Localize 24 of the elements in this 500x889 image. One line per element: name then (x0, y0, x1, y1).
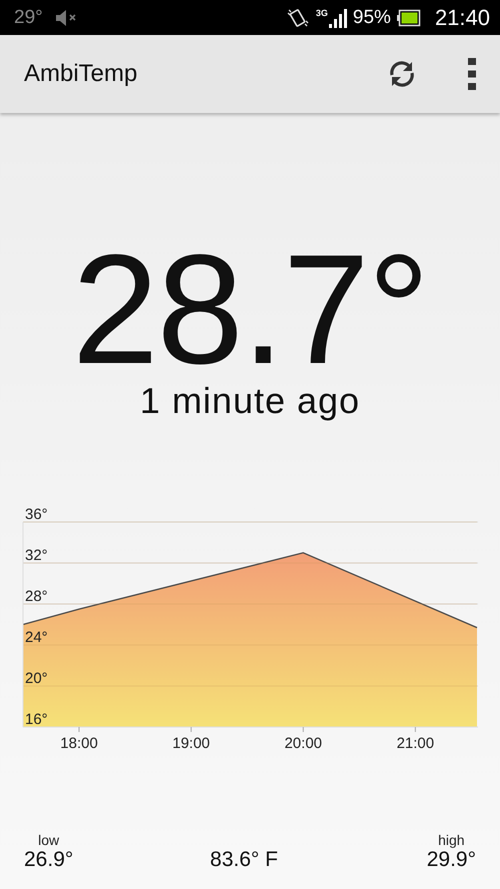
x-axis-label: 20:00 (284, 735, 322, 752)
overflow-menu-icon[interactable] (468, 58, 476, 90)
y-axis-label: 36° (25, 506, 48, 523)
y-axis-label: 16° (25, 711, 48, 728)
y-axis-label: 20° (25, 670, 48, 687)
y-axis-label: 28° (25, 588, 48, 605)
status-temperature: 29° (14, 6, 43, 28)
status-time: 21:40 (434, 4, 490, 30)
low-label: low (38, 832, 60, 848)
x-axis-label: 18:00 (60, 735, 98, 752)
high-label: high (438, 832, 465, 848)
x-axis-label: 21:00 (396, 735, 434, 752)
signal-icon (328, 8, 347, 28)
fahrenheit-temperature: 83.6° F (210, 848, 278, 872)
high-temperature: 29.9° (426, 848, 476, 872)
low-temperature: 26.9° (24, 848, 74, 872)
app-title: AmbiTemp (24, 60, 138, 88)
battery-percent: 95% (352, 6, 391, 28)
x-axis-label: 19:00 (172, 735, 210, 752)
y-axis-label: 32° (25, 547, 48, 564)
network-type: 3G (316, 8, 328, 18)
y-axis-label: 24° (25, 629, 48, 646)
battery-icon (396, 8, 421, 26)
vibrate-icon (286, 6, 310, 28)
